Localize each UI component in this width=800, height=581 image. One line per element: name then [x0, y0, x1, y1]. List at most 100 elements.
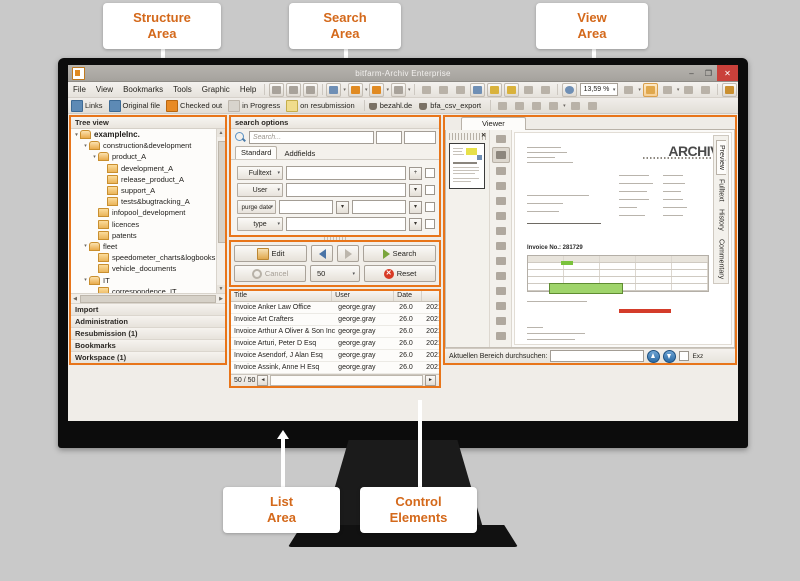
scroll-right-arrow-icon[interactable]: ▶ [217, 296, 225, 302]
tree-expander-icon[interactable]: ▾ [82, 277, 89, 283]
chevron-down-icon[interactable]: ▾ [638, 87, 641, 93]
arrow-up-circle-icon[interactable] [647, 350, 660, 363]
export-doc-icon[interactable] [495, 99, 510, 113]
type-input[interactable] [286, 217, 406, 231]
goto-icon[interactable] [562, 83, 577, 97]
pager-prev-button[interactable]: ◄ [257, 375, 268, 386]
edit-document-icon[interactable] [391, 83, 406, 97]
menu-item-file[interactable]: File [68, 82, 91, 97]
tree-item[interactable]: ▾exampleInc. [71, 129, 225, 140]
eraser-tool-icon[interactable] [493, 314, 509, 328]
fulltext-input[interactable] [286, 166, 406, 180]
purge-date-checkbox[interactable] [425, 202, 435, 212]
key-icon[interactable] [487, 83, 502, 97]
user-field-selector[interactable]: User ▾ [237, 183, 283, 197]
pen-tool-icon[interactable] [493, 329, 509, 343]
tree-item[interactable]: ▾IT [71, 274, 225, 285]
refresh-icon[interactable] [453, 83, 468, 97]
tree-expander-icon[interactable]: ▾ [91, 154, 98, 160]
chevron-down-icon[interactable]: ▾ [365, 87, 368, 93]
menu-item-bookmarks[interactable]: Bookmarks [118, 82, 168, 97]
redo-icon[interactable] [436, 83, 451, 97]
edit-button[interactable]: Edit [234, 245, 307, 262]
tree-scroll-thumb[interactable] [218, 141, 225, 243]
previous-button[interactable] [311, 245, 333, 262]
column-header-date[interactable]: Date [394, 291, 422, 301]
purge-date-from-dropdown[interactable]: ▾ [336, 201, 349, 214]
stamp-tool-icon[interactable] [493, 194, 509, 208]
tree-horizontal-scrollbar[interactable]: ◀ ▶ [71, 293, 225, 303]
column-header-title[interactable]: Title [231, 291, 332, 301]
chevron-down-icon[interactable]: ▾ [386, 87, 389, 93]
table-row[interactable]: Invoice Asendorf, J Alan Esqgeorge.gray2… [231, 350, 439, 362]
purge-date-to-dropdown[interactable]: ▾ [409, 201, 422, 214]
stamp3-tool-icon[interactable] [493, 224, 509, 238]
tree-expander-icon[interactable]: ▾ [82, 143, 89, 149]
tree-item[interactable]: support_A [71, 185, 225, 196]
pager-track[interactable] [270, 375, 423, 386]
document-preview[interactable]: ARCHIV [514, 132, 732, 345]
tree-item[interactable]: ▾product_A [71, 151, 225, 162]
tree-expander-icon[interactable]: ▾ [73, 132, 80, 138]
annotate-icon[interactable] [643, 83, 658, 97]
batch-icon[interactable] [546, 99, 561, 113]
tab-viewer[interactable]: Viewer [461, 117, 526, 130]
quick-item-resubmission[interactable]: on resubmission [286, 100, 355, 112]
chevron-down-icon[interactable]: ▾ [613, 87, 616, 93]
tree-item[interactable]: correspondence_IT [71, 286, 225, 293]
tree-expander-icon[interactable]: ▾ [82, 243, 89, 249]
chevron-down-icon[interactable]: ▾ [563, 103, 566, 109]
user-input[interactable] [286, 183, 406, 197]
quick-item-bfa-csv-export[interactable]: bfa_csv_export [418, 101, 481, 111]
zoom-level-combo[interactable]: 13,59 % ▾ [580, 83, 619, 96]
table-row[interactable]: Invoice Arturi, Peter D Esqgeorge.gray26… [231, 338, 439, 350]
tree-item[interactable]: infopool_development [71, 207, 225, 218]
save-icon[interactable] [326, 83, 341, 97]
accordion-item[interactable]: Resubmission (1) [71, 327, 225, 339]
tree-item[interactable]: development_A [71, 163, 225, 174]
import-doc-icon[interactable] [512, 99, 527, 113]
viewer-exact-checkbox[interactable] [679, 351, 689, 361]
stamp4-tool-icon[interactable] [493, 239, 509, 253]
scroll-down-arrow-icon[interactable]: ▼ [217, 285, 225, 293]
note-tool-icon[interactable] [493, 254, 509, 268]
accordion-item[interactable]: Import [71, 303, 225, 315]
search-button[interactable]: Search [363, 245, 436, 262]
next-button[interactable] [337, 245, 359, 262]
menu-item-tools[interactable]: Tools [168, 82, 197, 97]
tree-item[interactable]: vehicle_documents [71, 263, 225, 274]
arrow-down-circle-icon[interactable] [663, 350, 676, 363]
cancel-button[interactable]: Cancel [234, 265, 306, 282]
tree-item[interactable]: speedometer_charts&logbooks [71, 252, 225, 263]
search-input[interactable]: Search... [249, 131, 374, 144]
accordion-item[interactable]: Workspace (1) [71, 351, 225, 363]
tree-item[interactable]: ▾construction&development [71, 140, 225, 151]
table-row[interactable]: Invoice Assink, Anne H Esqgeorge.gray26.… [231, 362, 439, 374]
fulltext-field-selector[interactable]: Fulltext ▾ [237, 166, 283, 180]
new-version-icon[interactable] [529, 99, 544, 113]
detail-view-icon[interactable] [303, 83, 318, 97]
move-tool-icon[interactable] [493, 179, 509, 193]
zoom-tool-icon[interactable] [492, 147, 510, 163]
table-row[interactable]: Invoice Art Craftersgeorge.gray26.02021 [231, 314, 439, 326]
tree-item[interactable]: patents [71, 230, 225, 241]
print-tool-icon[interactable] [493, 132, 509, 146]
tab-addfields[interactable]: Addfields [278, 147, 321, 159]
table-row[interactable]: Invoice Anker Law Officegeorge.gray26.02… [231, 302, 439, 314]
chevron-down-icon[interactable]: ▾ [677, 87, 680, 93]
reset-button[interactable]: ✕ Reset [364, 265, 436, 282]
rectangle-tool-icon[interactable] [493, 269, 509, 283]
new-document-icon[interactable] [470, 83, 485, 97]
fill-tool-icon[interactable] [493, 299, 509, 313]
quick-item-checked-out[interactable]: Checked out [166, 100, 222, 112]
scroll-up-arrow-icon[interactable]: ▲ [217, 129, 225, 137]
list-view-icon[interactable] [269, 83, 284, 97]
fit-width-icon[interactable] [621, 83, 636, 97]
type-dropdown-button[interactable]: ▾ [409, 218, 422, 231]
search-secondary-field[interactable] [376, 131, 402, 144]
side-tab-commentary[interactable]: Commentary [717, 235, 726, 283]
purge-date-to-input[interactable] [352, 200, 406, 214]
menu-item-help[interactable]: Help [235, 82, 261, 97]
chevron-down-icon[interactable]: ▾ [343, 87, 346, 93]
table-row[interactable]: Invoice Arthur A Oliver & Son Incgeorge.… [231, 326, 439, 338]
